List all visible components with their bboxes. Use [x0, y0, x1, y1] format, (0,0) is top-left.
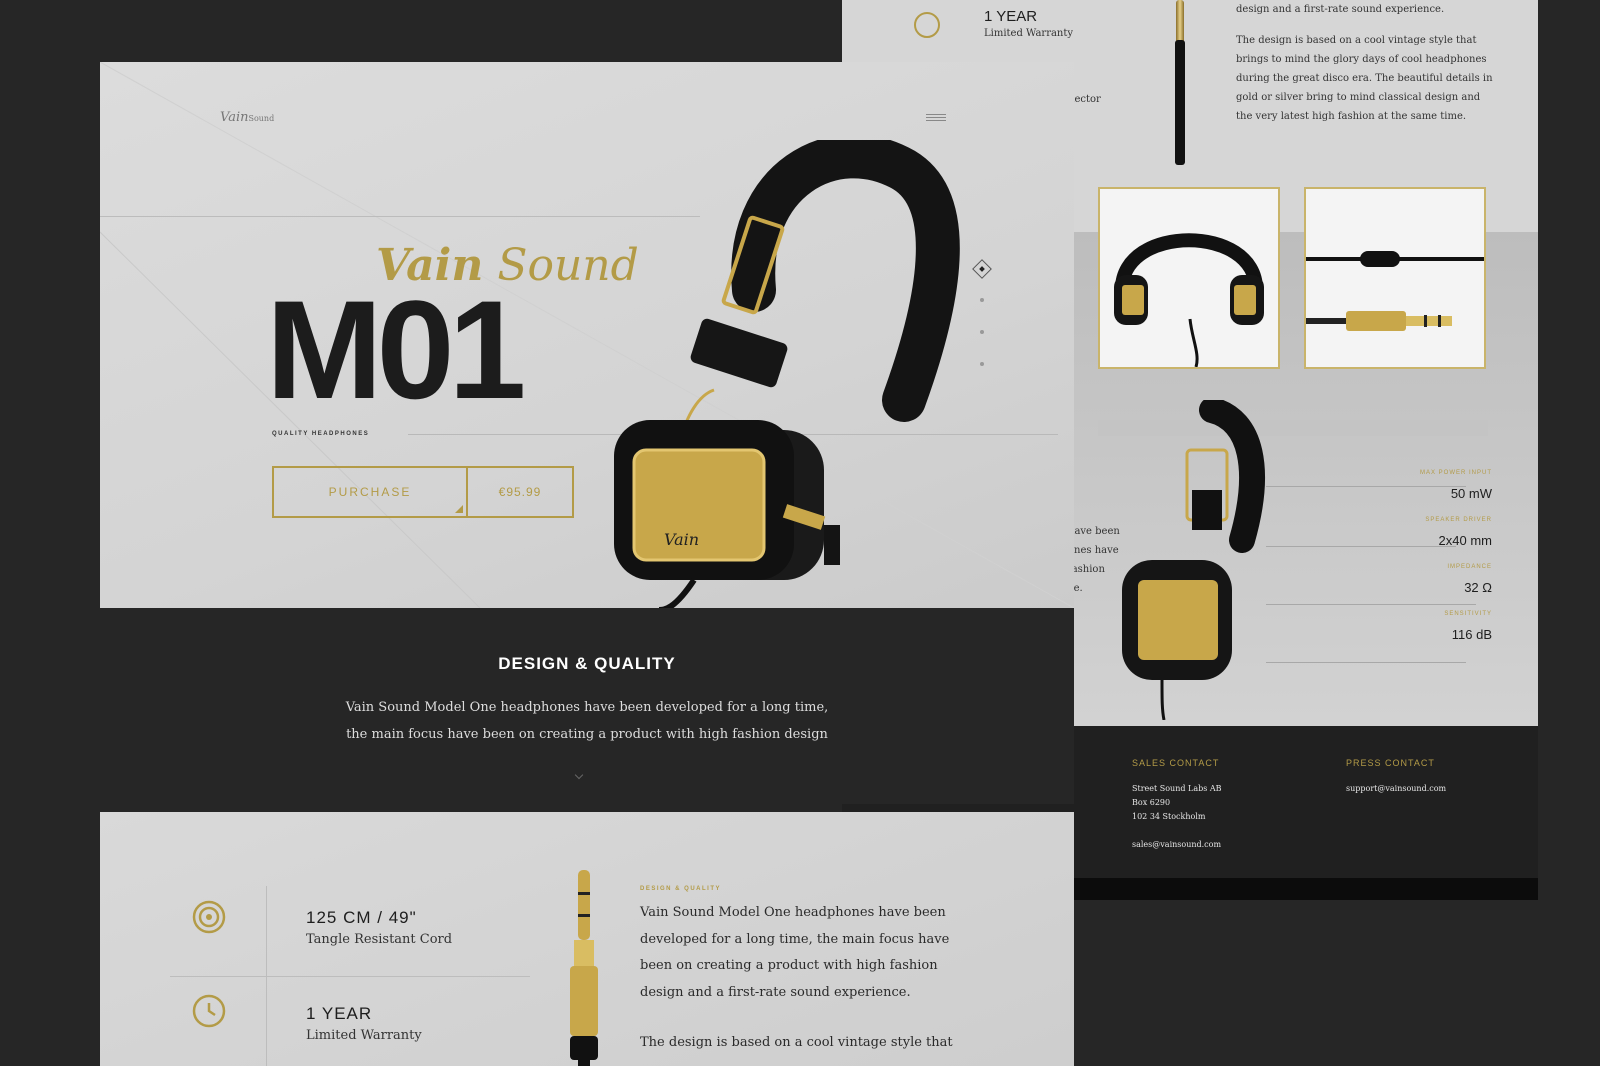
- front-page-preview: VainSound Vain Sound M01 QUALITY HEADPHO…: [100, 62, 1074, 1066]
- feature-cord-subtitle: Tangle Resistant Cord: [306, 932, 453, 947]
- audio-jack-image: [570, 870, 598, 1066]
- hero-tagline: QUALITY HEADPHONES: [272, 431, 370, 437]
- spec-max-power: MAX POWER INPUT 50 mW: [1419, 470, 1492, 501]
- clock-icon: [192, 994, 226, 1028]
- spec-list: MAX POWER INPUT 50 mW SPEAKER DRIVER 2x4…: [1312, 470, 1492, 658]
- site-logo[interactable]: VainSound: [220, 110, 274, 125]
- hero-model-title: M01: [266, 271, 526, 428]
- thumbnail-headphones[interactable]: [1098, 187, 1280, 369]
- slide-dot-2[interactable]: [980, 298, 984, 302]
- design-section-text: Vain Sound Model One headphones have bee…: [345, 700, 829, 742]
- back-side-paragraph: have been ones have fashion ce.: [1068, 526, 1120, 594]
- design-section-title: DESIGN & QUALITY: [498, 654, 676, 673]
- sales-email-link[interactable]: sales@vainsound.com: [1132, 838, 1222, 852]
- headphones-hero-image: Vain: [614, 140, 960, 608]
- back-feature-title: 1 YEAR: [984, 8, 1038, 25]
- press-contact: PRESS CONTACT support@vainsound.com: [1346, 756, 1446, 796]
- design-quality-section: DESIGN & QUALITY Vain Sound Model One he…: [100, 608, 1074, 804]
- purchase-button[interactable]: PURCHASE: [272, 466, 468, 518]
- svg-text:Vain: Vain: [664, 530, 699, 549]
- corner-triangle-icon: [455, 505, 463, 513]
- chevron-down-icon[interactable]: [574, 770, 584, 780]
- price-tag: €95.99: [466, 466, 574, 518]
- feature-warranty-subtitle: Limited Warranty: [306, 1028, 422, 1043]
- spec-speaker-driver: SPEAKER DRIVER 2x40 mm: [1425, 517, 1492, 548]
- back-text-block: design and a first-rate sound experience…: [1236, 0, 1496, 138]
- slide-dot-4[interactable]: [980, 362, 984, 366]
- spec-sensitivity: SENSITIVITY 116 dB: [1444, 611, 1492, 642]
- headphones-thumb-image: [1114, 233, 1264, 367]
- features-section: 125 CM / 49" Tangle Resistant Cord 1 YEA…: [100, 812, 1074, 1066]
- sales-contact: SALES CONTACT Street Sound Labs AB Box 6…: [1132, 756, 1222, 852]
- feature-warranty-title: 1 YEAR: [306, 1004, 373, 1023]
- cable-image: [1175, 0, 1185, 165]
- back-feature-subtitle: Limited Warranty: [984, 28, 1074, 39]
- press-email-link[interactable]: support@vainsound.com: [1346, 782, 1446, 796]
- back-text-para: The design is based on a cool vintage st…: [1236, 35, 1493, 122]
- hero-section: VainSound Vain Sound M01 QUALITY HEADPHO…: [100, 62, 1074, 608]
- menu-icon[interactable]: [926, 114, 946, 122]
- clock-icon: [914, 12, 940, 38]
- feature-cord-title: 125 CM / 49": [306, 908, 417, 927]
- detail-text: Vain Sound Model One headphones have bee…: [640, 900, 980, 1066]
- thumbnail-cable[interactable]: [1304, 187, 1486, 369]
- cable-thumb-image: [1306, 251, 1484, 331]
- detail-paragraph-2: The design is based on a cool vintage st…: [640, 1035, 953, 1050]
- spec-impedance: IMPEDANCE 32 Ω: [1447, 564, 1492, 595]
- press-contact-heading: PRESS CONTACT: [1346, 758, 1435, 768]
- back-text-top: design and a first-rate sound experience…: [1236, 4, 1445, 15]
- sales-contact-heading: SALES CONTACT: [1132, 758, 1220, 768]
- slide-dot-3[interactable]: [980, 330, 984, 334]
- detail-paragraph-1: Vain Sound Model One headphones have bee…: [640, 905, 950, 1000]
- detail-label: DESIGN & QUALITY: [640, 886, 722, 892]
- target-icon: [192, 900, 226, 934]
